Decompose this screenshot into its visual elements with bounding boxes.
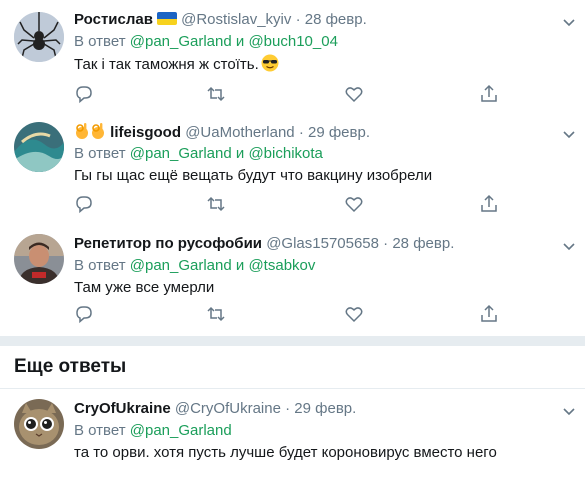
reply-icon[interactable] <box>74 84 94 104</box>
tweet[interactable]: Ростислав @Rostislav_kyiv · 28 февр. В о… <box>0 0 585 113</box>
reply-mention[interactable]: @pan_Garland <box>130 33 232 50</box>
like-icon[interactable] <box>344 304 364 324</box>
reply-prefix: В ответ <box>74 422 126 439</box>
reply-mention[interactable]: @bichikota <box>248 145 322 162</box>
tweet-text: Гы гы щас ещё вещать будут что вакцину и… <box>74 167 433 184</box>
reply-mention[interactable]: @pan_Garland <box>130 422 232 439</box>
reply-icon[interactable] <box>74 194 94 214</box>
share-icon[interactable] <box>479 194 499 214</box>
cat-avatar-image <box>14 399 64 449</box>
display-name[interactable]: Репетитор по русофобии <box>74 235 262 252</box>
more-replies-heading: Еще ответы <box>14 356 127 377</box>
user-handle[interactable]: @Rostislav_kyiv <box>181 11 291 28</box>
reply-context: В ответ @pan_Garland <box>74 421 571 441</box>
retweet-icon[interactable] <box>206 304 226 324</box>
ok-hand-emoji-icon <box>76 123 88 139</box>
reply-mention[interactable]: @pan_Garland <box>130 257 232 274</box>
ok-hand-emoji-icon <box>92 123 104 139</box>
like-icon[interactable] <box>344 194 364 214</box>
avatar[interactable] <box>14 122 64 172</box>
section-divider <box>0 336 585 346</box>
avatar[interactable] <box>14 234 64 284</box>
display-name[interactable]: Ростислав <box>74 11 153 28</box>
tweet-date[interactable]: 29 февр. <box>294 400 356 417</box>
reply-prefix: В ответ <box>74 145 126 162</box>
tweet[interactable]: lifeisgood @UaMotherland · 29 февр. В от… <box>0 112 585 225</box>
reply-mention[interactable]: @pan_Garland <box>130 145 232 162</box>
ukraine-flag-icon <box>156 12 177 25</box>
person-avatar-image <box>14 234 64 284</box>
separator: · <box>298 124 304 141</box>
tweet-text-content: Так і так таможня ж стоїть. <box>74 56 259 73</box>
like-icon[interactable] <box>344 84 364 104</box>
reply-mention[interactable]: @buch10_04 <box>248 33 337 50</box>
reply-and: и <box>235 33 245 50</box>
separator: · <box>285 400 291 417</box>
separator: · <box>295 11 301 28</box>
tweet-text: Так і так таможня ж стоїть. <box>74 54 571 74</box>
tweet-text: та то орви. хотя пусть лучше будет корон… <box>74 444 497 461</box>
tweet[interactable]: CryOfUkraine @CryOfUkraine · 29 февр. В … <box>0 388 585 493</box>
reply-prefix: В ответ <box>74 33 126 50</box>
reply-mention[interactable]: @tsabkov <box>248 257 315 274</box>
sunglasses-emoji-icon <box>261 54 279 72</box>
reply-and: и <box>235 145 245 162</box>
user-handle[interactable]: @Glas15705658 <box>266 235 379 252</box>
reply-and: и <box>235 257 245 274</box>
reply-context: В ответ @pan_Garland и @buch10_04 <box>74 32 571 52</box>
retweet-icon[interactable] <box>206 84 226 104</box>
display-name[interactable]: CryOfUkraine <box>74 400 171 417</box>
share-icon[interactable] <box>479 304 499 324</box>
user-handle[interactable]: @CryOfUkraine <box>175 400 281 417</box>
tweet-text: Там уже все умерли <box>74 279 215 296</box>
reply-context: В ответ @pan_Garland и @bichikota <box>74 144 571 164</box>
retweet-icon[interactable] <box>206 194 226 214</box>
reply-icon[interactable] <box>74 304 94 324</box>
spider-avatar-image <box>14 12 64 62</box>
tweet-date[interactable]: 28 февр. <box>392 235 454 252</box>
share-icon[interactable] <box>479 84 499 104</box>
avatar[interactable] <box>14 399 64 449</box>
tweet[interactable]: Репетитор по русофобии @Glas15705658 · 2… <box>0 224 585 336</box>
wave-avatar-image <box>14 122 64 172</box>
reply-prefix: В ответ <box>74 257 126 274</box>
tweet-date[interactable]: 28 февр. <box>305 11 367 28</box>
user-handle[interactable]: @UaMotherland <box>185 124 294 141</box>
separator: · <box>383 235 389 252</box>
tweet-date[interactable]: 29 февр. <box>308 124 370 141</box>
display-name[interactable]: lifeisgood <box>110 124 181 141</box>
avatar[interactable] <box>14 12 64 62</box>
reply-context: В ответ @pan_Garland и @tsabkov <box>74 256 571 276</box>
